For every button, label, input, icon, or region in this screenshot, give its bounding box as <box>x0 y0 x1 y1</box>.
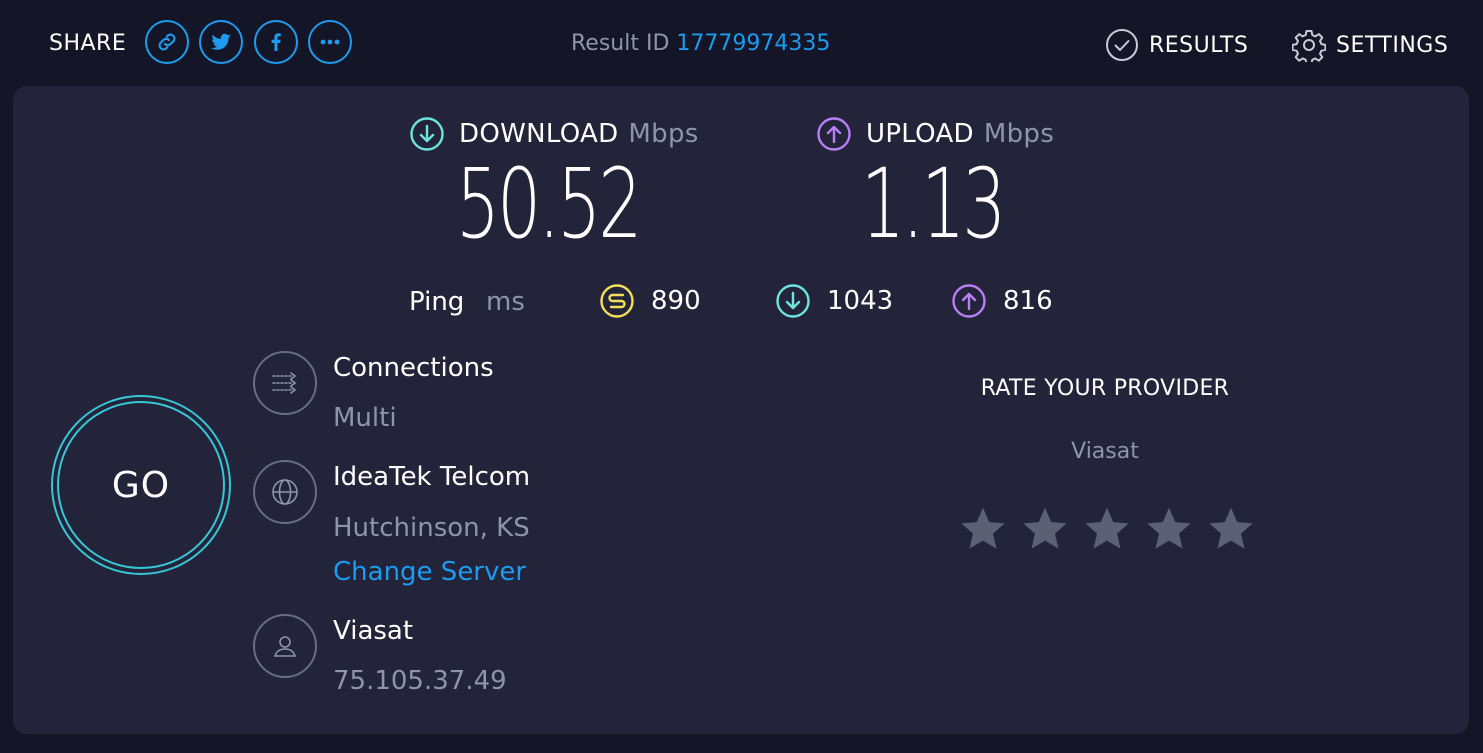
ping-upload-value: 816 <box>1003 286 1053 316</box>
settings-label: SETTINGS <box>1336 32 1449 58</box>
share-facebook-button[interactable] <box>254 20 298 64</box>
star-icon <box>1023 507 1067 549</box>
star-5[interactable] <box>1206 504 1256 554</box>
rate-provider-title: RATE YOUR PROVIDER <box>980 376 1230 401</box>
connections-title: Connections <box>333 353 494 383</box>
download-label: DOWNLOAD <box>459 119 619 149</box>
more-icon <box>320 39 340 45</box>
isp-ip: 75.105.37.49 <box>333 666 507 696</box>
settings-button[interactable]: SETTINGS <box>1292 28 1448 62</box>
star-icon <box>1085 507 1129 549</box>
ping-idle-value: 890 <box>651 286 701 316</box>
results-label: RESULTS <box>1149 32 1249 58</box>
link-icon <box>158 33 176 51</box>
result-id-label: Result ID <box>571 31 670 56</box>
server-icon-wrap <box>253 460 317 524</box>
upload-label: UPLOAD <box>866 119 974 149</box>
share-link-button[interactable] <box>145 20 189 64</box>
result-id: Result ID 17779974335 <box>571 31 830 56</box>
ping-row: Ping ms 890 1043 816 <box>13 283 1469 323</box>
change-server-link[interactable]: Change Server <box>333 557 526 587</box>
star-icon <box>1147 507 1191 549</box>
user-icon <box>273 636 297 657</box>
star-4[interactable] <box>1144 504 1194 554</box>
results-button[interactable]: RESULTS <box>1105 28 1248 62</box>
upload-value: 1.13 <box>861 148 1006 260</box>
share-more-button[interactable] <box>308 20 352 64</box>
upload-unit: Mbps <box>983 119 1055 149</box>
ping-unit: ms <box>486 287 525 317</box>
download-arrow-icon <box>776 284 810 318</box>
star-rating <box>958 504 1268 554</box>
connections-icon <box>272 372 297 394</box>
facebook-icon <box>271 33 281 51</box>
check-circle-icon <box>1106 29 1138 61</box>
globe-icon <box>272 479 298 505</box>
server-name: IdeaTek Telcom <box>333 462 531 492</box>
ping-label: Ping <box>409 287 465 317</box>
star-1[interactable] <box>958 504 1008 554</box>
go-label: GO <box>57 401 225 569</box>
isp-icon-wrap <box>253 614 317 678</box>
star-2[interactable] <box>1020 504 1070 554</box>
download-header: DOWNLOAD Mbps <box>409 116 699 152</box>
star-icon <box>961 507 1005 549</box>
share-twitter-button[interactable] <box>199 20 243 64</box>
download-unit: Mbps <box>628 119 699 149</box>
download-arrow-icon <box>410 117 444 151</box>
connections-value: Multi <box>333 403 397 433</box>
connections-icon-wrap <box>253 351 317 415</box>
star-icon <box>1209 507 1253 549</box>
download-value: 50.52 <box>456 148 642 260</box>
result-id-link[interactable]: 17779974335 <box>676 31 830 56</box>
upload-arrow-icon <box>952 284 986 318</box>
ping-download-value: 1043 <box>827 286 894 316</box>
top-bar: SHARE Result ID 17779974335 RESULTS SETT… <box>0 0 1483 86</box>
ping-idle-icon <box>600 284 634 318</box>
ping-download: 1043 <box>775 283 893 319</box>
twitter-icon <box>211 33 231 50</box>
upload-arrow-icon <box>817 117 851 151</box>
server-location: Hutchinson, KS <box>333 513 530 543</box>
upload-header: UPLOAD Mbps <box>816 116 1054 152</box>
share-label: SHARE <box>49 31 127 56</box>
go-button[interactable]: GO <box>51 395 231 575</box>
gear-icon <box>1292 30 1326 62</box>
star-3[interactable] <box>1082 504 1132 554</box>
ping-idle: 890 <box>599 283 701 319</box>
isp-name: Viasat <box>333 616 414 646</box>
rate-provider-name: Viasat <box>1071 439 1139 464</box>
ping-upload: 816 <box>951 283 1053 319</box>
results-card: DOWNLOAD Mbps 50.52 UPLOAD Mbps 1.13 Pin… <box>13 86 1469 734</box>
